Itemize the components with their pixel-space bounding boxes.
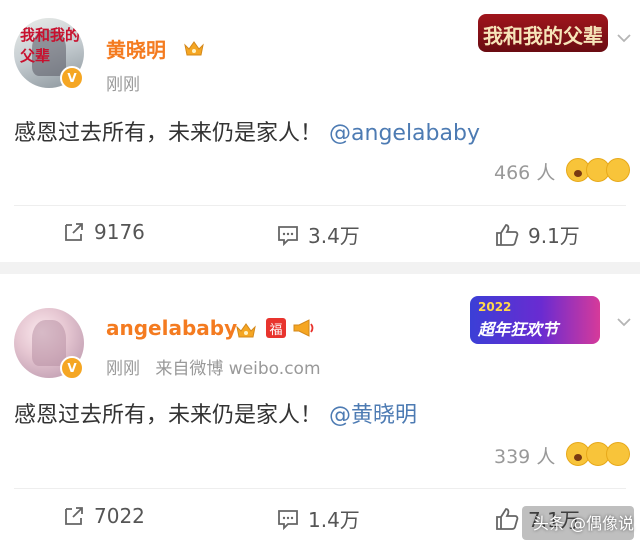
post-text: 感恩过去所有，未来仍是家人！ — [14, 403, 323, 428]
fu-badge[interactable]: 福 — [266, 318, 286, 338]
megaphone-icon[interactable] — [292, 318, 316, 338]
share-count: 7022 — [94, 504, 145, 528]
post-time: 刚刚 — [106, 359, 140, 379]
post-content: 感恩过去所有，未来仍是家人！ @黄晓明 — [14, 397, 417, 429]
post-meta: 刚刚 来自微博 weibo.com — [106, 354, 321, 379]
post-source[interactable]: 来自微博 weibo.com — [155, 359, 320, 379]
crown-icon — [236, 323, 256, 338]
weibo-post-2: V angelababy 福 刚刚 来自微博 weibo.com 2022 超年… — [0, 0, 640, 546]
watermark: 头条 @偶像说 — [532, 514, 634, 533]
banner-year: 2022 — [478, 300, 512, 314]
reaction-count[interactable]: 339 人 — [494, 442, 555, 469]
avatar-photo — [32, 320, 66, 366]
chevron-down-icon[interactable] — [616, 314, 632, 330]
share-icon — [65, 507, 83, 525]
verified-badge: V — [60, 356, 84, 380]
banner-text: 超年狂欢节 — [478, 320, 559, 339]
mention-link[interactable]: @黄晓明 — [329, 403, 417, 428]
username[interactable]: angelababy — [106, 316, 237, 340]
reaction-unit: 人 — [536, 446, 556, 468]
campaign-banner[interactable]: 2022 超年狂欢节 — [470, 296, 600, 344]
reaction-number: 339 — [494, 446, 531, 468]
divider — [14, 488, 626, 489]
comment-button[interactable]: 1.4万 — [276, 504, 360, 533]
smirk-emoji-icon — [606, 442, 630, 466]
comment-icon — [278, 509, 298, 530]
share-button[interactable]: 7022 — [62, 504, 145, 528]
comment-count: 1.4万 — [308, 508, 360, 532]
